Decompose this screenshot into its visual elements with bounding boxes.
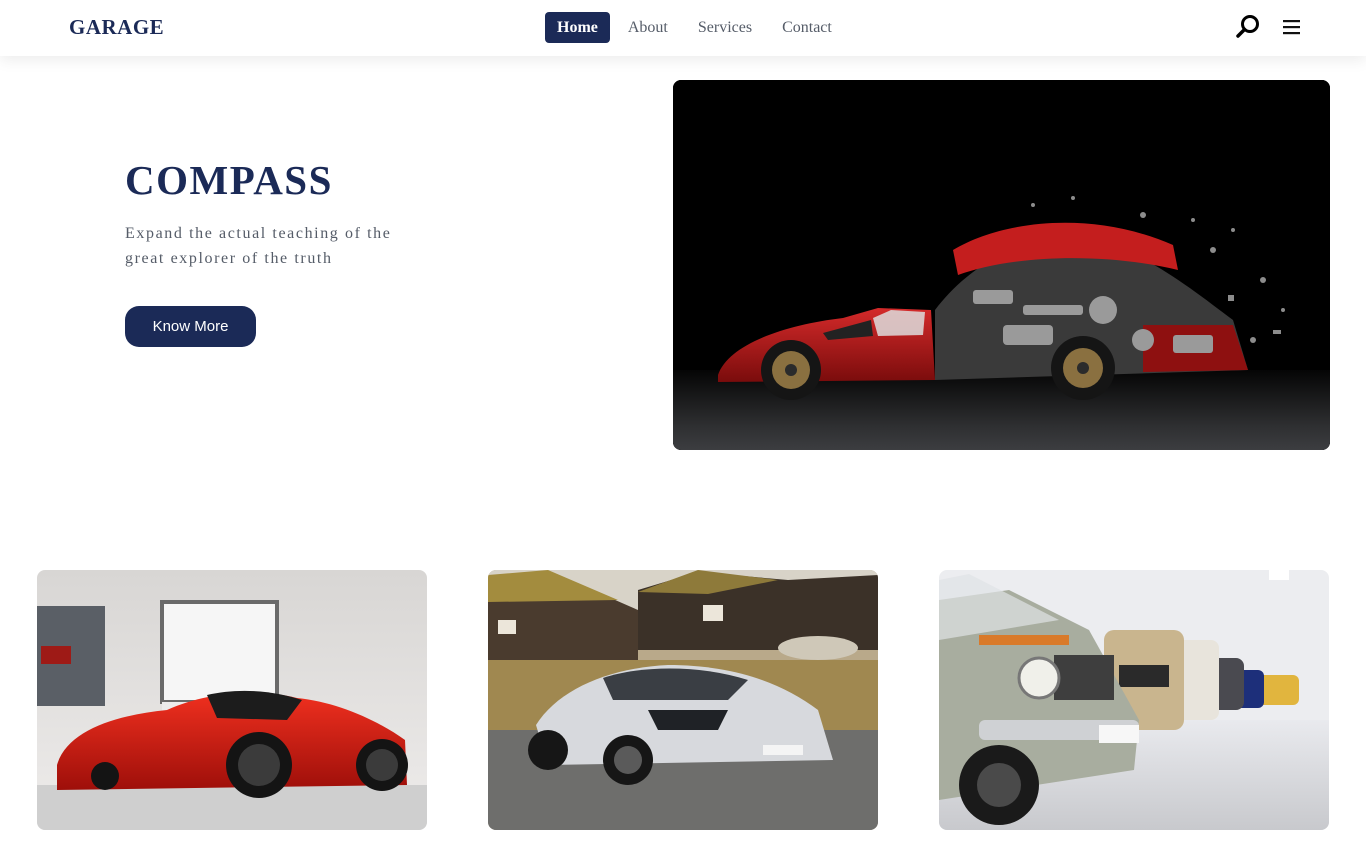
- nav-icons: [1234, 13, 1306, 41]
- hero-subtitle: Expand the actual teaching of the great …: [125, 221, 435, 271]
- hero-car-image: [673, 80, 1330, 450]
- nav-home[interactable]: Home: [545, 12, 610, 43]
- navbar: GARAGE Home About Services Contact: [0, 0, 1366, 56]
- gallery-card-classic-cars[interactable]: [939, 570, 1329, 830]
- know-more-button[interactable]: Know More: [125, 306, 256, 347]
- gallery-card-silver-supercar[interactable]: [488, 570, 878, 830]
- search-icon[interactable]: [1234, 13, 1262, 41]
- nav-contact[interactable]: Contact: [770, 12, 844, 43]
- site-logo[interactable]: GARAGE: [69, 15, 164, 40]
- hero-subtitle-line1: Expand the actual teaching of the: [125, 225, 392, 242]
- main-nav: Home About Services Contact: [545, 12, 850, 43]
- gallery-card-red-supercar[interactable]: [37, 570, 427, 830]
- nav-services[interactable]: Services: [686, 12, 764, 43]
- menu-icon[interactable]: [1278, 13, 1306, 41]
- hero-subtitle-line2: great explorer of the truth: [125, 250, 333, 267]
- nav-about[interactable]: About: [616, 12, 680, 43]
- hero-title: COMPASS: [125, 157, 333, 203]
